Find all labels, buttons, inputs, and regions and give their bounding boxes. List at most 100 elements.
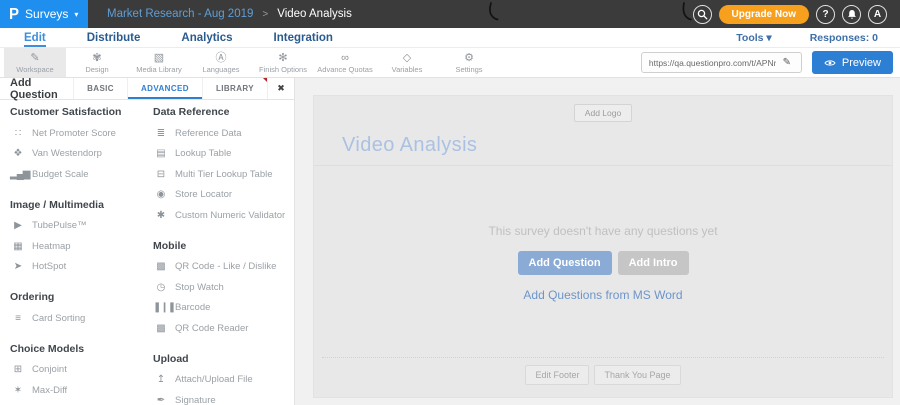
question-type-conjoint[interactable]: ⊞ Conjoint [10,360,145,381]
question-type-label: Conjoint [32,364,67,376]
red-corner-artifact [263,78,267,82]
signature-icon: ✒ [156,394,165,405]
avatar-button[interactable]: A [868,4,887,24]
survey-url-box: ✎ [640,52,802,73]
toolbar-tab-design[interactable]: ✾ Design [66,48,128,77]
question-type-label: Van Westendorp [32,148,102,160]
close-panel-button[interactable]: ✖ [267,78,294,99]
stacked-tables-icon: ⊟ [156,168,165,180]
add-logo-button[interactable]: Add Logo [573,104,633,122]
add-intro-button[interactable]: Add Intro [617,251,689,275]
data-rows-icon: ≣ [156,127,165,139]
tab-basic[interactable]: BASIC [73,78,127,99]
toolbar-tab-label: Media Library [136,64,182,74]
preview-button[interactable]: Preview [811,51,893,74]
question-type-barcode[interactable]: ❚❙❚ Barcode [153,298,294,319]
question-type-store-locator[interactable]: ◉ Store Locator [153,185,294,206]
toolbar-right: ✎ Preview [640,48,900,77]
question-type-heatmap[interactable]: ▦ Heatmap [10,236,145,257]
question-type-custom-numeric-validator[interactable]: ✱ Custom Numeric Validator [153,205,294,226]
question-type-label: Budget Scale [32,168,89,180]
question-type-multi-tier-lookup-table[interactable]: ⊟ Multi Tier Lookup Table [153,164,294,185]
question-type-max-diff[interactable]: ✶ Max-Diff [10,380,145,401]
question-type-label: Multi Tier Lookup Table [175,168,273,180]
toolbar-tab-media-library[interactable]: ▧ Media Library [128,48,190,77]
stopwatch-icon: ◷ [156,281,166,293]
tab-library[interactable]: LIBRARY [201,78,267,99]
responses-count[interactable]: Responses: 0 [810,32,878,44]
toolbar-tab-settings[interactable]: ⚙ Settings [438,48,500,77]
card-footer: Edit Footer Thank You Page [322,357,884,397]
empty-message: This survey doesn't have any questions y… [488,224,718,238]
grid-boxes-icon: ⊞ [13,364,22,376]
survey-canvas: Add Logo Video Analysis This survey does… [295,78,900,405]
menubar: Edit Distribute Analytics Integration To… [0,28,900,48]
question-type-label: Max-Diff [32,384,68,396]
survey-url-input[interactable] [641,57,776,68]
panel-columns: Customer Satisfaction ∷ Net Promoter Sco… [0,100,294,405]
question-type-qr-code-reader[interactable]: ▩ QR Code Reader [153,318,294,339]
help-button[interactable]: ? [816,4,835,24]
bell-icon [847,9,856,19]
section-image-multimedia: Image / Multimedia ▶ TubePulse™ ▦ Heatma… [10,185,145,278]
question-type-label: Reference Data [175,127,242,139]
menu-item-edit[interactable]: Edit [24,28,46,47]
question-type-attach-upload-file[interactable]: ↥ Attach/Upload File [153,370,294,391]
toolbar-tab-advance-quotas[interactable]: ∞ Advance Quotas [314,48,376,77]
section-title: Data Reference [153,106,230,118]
section-title: Choice Models [10,342,85,355]
question-type-stop-watch[interactable]: ◷ Stop Watch [153,277,294,298]
notifications-button[interactable] [842,4,861,24]
survey-card: Add Logo Video Analysis This survey does… [313,95,893,398]
add-question-button[interactable]: Add Question [517,251,612,275]
close-icon: ✖ [277,83,285,93]
edit-url-button[interactable]: ✎ [776,57,798,68]
empty-state: This survey doesn't have any questions y… [314,224,892,304]
breadcrumb-parent-link[interactable]: Market Research - Aug 2019 [107,8,253,20]
question-type-net-promoter-score[interactable]: ∷ Net Promoter Score [10,123,145,144]
add-questions-from-ms-word-link[interactable]: Add Questions from MS Word [523,288,682,302]
question-type-label: Stop Watch [175,281,224,293]
toolbar-tab-label: Design [85,64,109,74]
toolbar-tab-workspace[interactable]: ✎ Workspace [4,48,66,77]
question-type-label: Card Sorting [32,312,86,324]
toolbar-tab-languages[interactable]: Ⓐ Languages [190,48,252,77]
question-type-label: Barcode [175,302,211,314]
question-type-card-sorting[interactable]: ≡ Card Sorting [10,308,145,329]
menu-item-distribute[interactable]: Distribute [87,28,141,47]
map-pin-icon: ◉ [156,189,166,201]
question-type-label: QR Code Reader [175,322,249,334]
quota-rings-icon: ∞ [341,51,349,64]
section-customer-satisfaction: Customer Satisfaction ∷ Net Promoter Sco… [10,100,145,185]
question-type-signature[interactable]: ✒ Signature [153,390,294,405]
toolbar-tab-variables[interactable]: ◇ Variables [376,48,438,77]
upgrade-now-button[interactable]: Upgrade Now [718,4,809,24]
video-play-icon: ▶ [14,220,22,232]
question-type-reference-data[interactable]: ≣ Reference Data [153,123,294,144]
question-type-van-westendorp[interactable]: ❖ Van Westendorp [10,144,145,165]
toolbar-tab-label: Workspace [16,64,54,74]
toolbar-tab-label: Settings [455,64,483,74]
breadcrumb-separator: > [262,8,269,20]
translate-icon: Ⓐ [215,51,227,64]
question-type-tubepulse[interactable]: ▶ TubePulse™ [10,216,145,237]
ink-stroke-artifact [489,2,499,21]
tab-advanced[interactable]: ADVANCED [126,78,202,99]
toolbar-tab-finish-options[interactable]: ✻ Finish Options [252,48,314,77]
question-type-budget-scale[interactable]: ▂▄▆ Budget Scale [10,164,145,185]
surveys-menu[interactable]: P Surveys ▾ [0,0,88,28]
questionpro-logo: P [9,5,20,23]
thank-you-page-button[interactable]: Thank You Page [594,365,681,385]
menu-item-integration[interactable]: Integration [274,28,333,47]
question-type-lookup-table[interactable]: ▤ Lookup Table [153,144,294,165]
question-type-hotspot[interactable]: ➤ HotSpot [10,257,145,278]
magic-wand-icon: ✻ [278,51,288,64]
toolbar-tab-label: Finish Options [259,64,307,74]
cursor-click-icon: ➤ [13,261,22,273]
question-type-qr-code-like-dislike[interactable]: ▩ QR Code - Like / Dislike [153,257,294,278]
edit-footer-button[interactable]: Edit Footer [525,365,590,385]
search-button[interactable] [692,4,712,24]
menu-right: Tools ▾ Responses: 0 [736,32,900,44]
menu-item-analytics[interactable]: Analytics [181,28,232,47]
tools-dropdown[interactable]: Tools ▾ [736,32,771,44]
